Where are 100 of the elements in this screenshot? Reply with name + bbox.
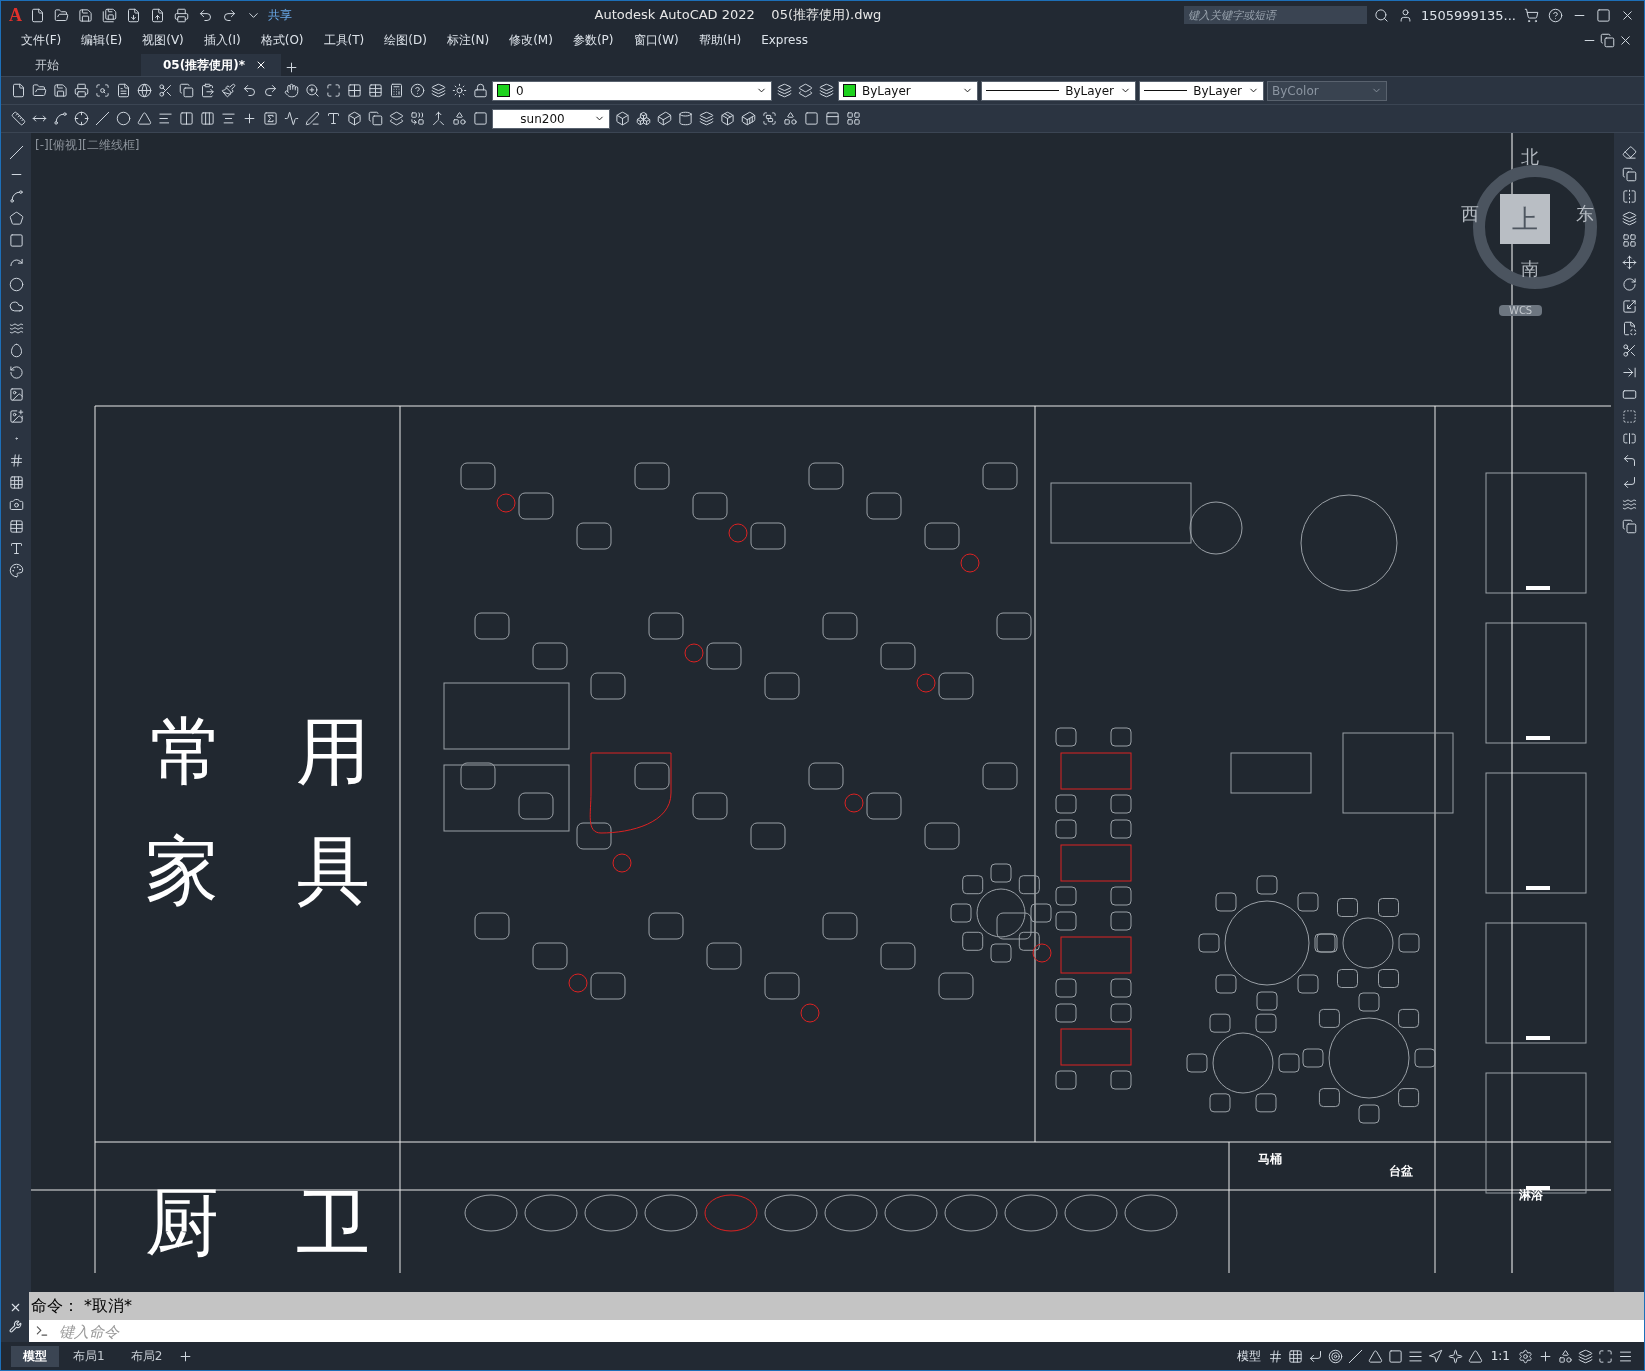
tool-icon[interactable] (156, 81, 174, 100)
tool-icon[interactable] (366, 81, 384, 100)
tool-icon[interactable] (9, 109, 27, 128)
tool-icon[interactable] (7, 517, 25, 535)
compass-south[interactable]: 南 (1521, 257, 1539, 281)
compass-north[interactable]: 北 (1521, 145, 1539, 169)
tool-icon[interactable] (345, 81, 363, 100)
menu-item[interactable]: 编辑(E) (71, 31, 133, 49)
tool-icon[interactable] (1576, 1347, 1594, 1365)
tool-icon[interactable] (1620, 143, 1638, 161)
tool-icon[interactable] (1446, 1347, 1465, 1365)
menu-item[interactable]: 标注(N) (436, 31, 500, 49)
tool-icon[interactable] (1326, 1347, 1345, 1365)
menu-item[interactable]: 窗口(W) (623, 31, 689, 49)
model-space-button[interactable]: 模型 (1232, 1347, 1265, 1365)
tool-icon[interactable] (72, 109, 90, 128)
tool-icon[interactable] (114, 109, 132, 128)
tool-icon[interactable] (613, 109, 631, 128)
tool-icon[interactable] (100, 6, 118, 24)
tool-icon[interactable] (7, 143, 25, 161)
menu-item[interactable]: Express (751, 33, 818, 47)
tool-icon[interactable] (1620, 165, 1638, 183)
tool-icon[interactable] (408, 81, 426, 100)
tool-icon[interactable] (172, 6, 190, 24)
tool-icon[interactable] (303, 81, 321, 100)
tool-icon[interactable] (219, 81, 237, 100)
tool-icon[interactable] (655, 109, 673, 128)
user-name[interactable]: 1505999135... (1420, 7, 1516, 23)
layout-tab[interactable]: 布局2 (118, 1345, 175, 1367)
tool-icon[interactable] (72, 81, 90, 100)
drawing-canvas[interactable]: [-][俯视][二维线框] 北 西 上 东 南 WCS 常 用 家 具 厨 卫 马桶 台盆 淋浴 (31, 133, 1614, 1292)
tool-icon[interactable] (1346, 1347, 1365, 1365)
tool-icon[interactable] (52, 6, 70, 24)
menu-item[interactable]: 插入(I) (193, 31, 251, 49)
document-tab[interactable]: 05(推荐使用)* (141, 54, 281, 76)
terminal-icon[interactable] (29, 1320, 55, 1342)
tool-icon[interactable] (760, 109, 778, 128)
tool-icon[interactable] (7, 363, 25, 381)
tool-icon[interactable] (7, 561, 25, 579)
compass-west[interactable]: 西 (1461, 202, 1479, 226)
menu-item[interactable]: 视图(V) (132, 31, 194, 49)
layout-tab[interactable]: 模型 (11, 1345, 59, 1367)
lineweight-dropdown[interactable]: ByLayer (1139, 80, 1264, 101)
compass-east[interactable]: 东 (1576, 202, 1594, 226)
tool-icon[interactable] (1556, 1347, 1574, 1365)
tool-icon[interactable] (1620, 297, 1638, 315)
tool-icon[interactable] (697, 109, 715, 128)
tool-icon[interactable] (1620, 231, 1638, 249)
tool-icon[interactable] (7, 209, 25, 227)
menu-item[interactable]: 参数(P) (562, 31, 624, 49)
tool-icon[interactable] (775, 81, 793, 100)
tool-icon[interactable] (817, 81, 835, 100)
menu-item[interactable]: 格式(O) (250, 31, 314, 49)
tool-icon[interactable] (1620, 187, 1638, 205)
tool-icon[interactable] (1516, 1347, 1534, 1365)
color-dropdown[interactable]: ByLayer (838, 80, 978, 101)
tool-icon[interactable] (1426, 1347, 1445, 1365)
help-icon[interactable] (1546, 6, 1564, 24)
cart-icon[interactable] (1522, 6, 1540, 24)
tool-icon[interactable] (429, 81, 447, 100)
layout-tab[interactable]: 布局1 (61, 1345, 117, 1367)
tool-icon[interactable] (718, 109, 736, 128)
tool-icon[interactable] (345, 109, 363, 128)
tool-icon[interactable] (1620, 209, 1638, 227)
tool-icon[interactable] (282, 81, 300, 100)
search-icon[interactable] (1372, 6, 1391, 24)
menu-item[interactable]: 帮助(H) (688, 31, 752, 49)
tool-icon[interactable] (198, 109, 216, 128)
tool-icon[interactable] (387, 109, 405, 128)
annotation-scale[interactable]: 1:1 (1486, 1349, 1514, 1363)
tool-icon[interactable] (282, 109, 300, 128)
tool-icon[interactable] (324, 81, 342, 100)
menu-item[interactable]: 绘图(D) (374, 31, 437, 49)
tool-icon[interactable] (7, 187, 25, 205)
tool-icon[interactable] (7, 231, 25, 249)
tool-icon[interactable] (7, 385, 25, 403)
tool-icon[interactable] (408, 109, 426, 128)
viewcube-face[interactable]: 上 (1500, 194, 1550, 244)
tool-icon[interactable] (739, 109, 757, 128)
tool-icon[interactable] (51, 81, 69, 100)
tool-icon[interactable] (93, 109, 111, 128)
tool-icon[interactable] (261, 109, 279, 128)
tool-icon[interactable] (1466, 1347, 1485, 1365)
tool-icon[interactable] (1386, 1347, 1405, 1365)
viewport-label[interactable]: [-][俯视][二维线框] (35, 137, 140, 154)
tool-icon[interactable] (177, 81, 195, 100)
tool-icon[interactable] (676, 109, 694, 128)
tool-icon[interactable] (844, 109, 862, 128)
tool-icon[interactable] (135, 81, 153, 100)
tool-icon[interactable] (1366, 1347, 1385, 1365)
tool-icon[interactable] (177, 109, 195, 128)
tool-icon[interactable] (450, 81, 468, 100)
tool-icon[interactable] (471, 109, 489, 128)
tool-icon[interactable] (7, 407, 25, 425)
tool-icon[interactable] (634, 109, 652, 128)
search-field[interactable]: 键入关键字或短语 (1183, 6, 1367, 24)
maximize-icon[interactable] (1594, 6, 1612, 24)
tool-icon[interactable] (796, 81, 814, 100)
tool-icon[interactable] (450, 109, 468, 128)
tool-icon[interactable] (781, 109, 799, 128)
